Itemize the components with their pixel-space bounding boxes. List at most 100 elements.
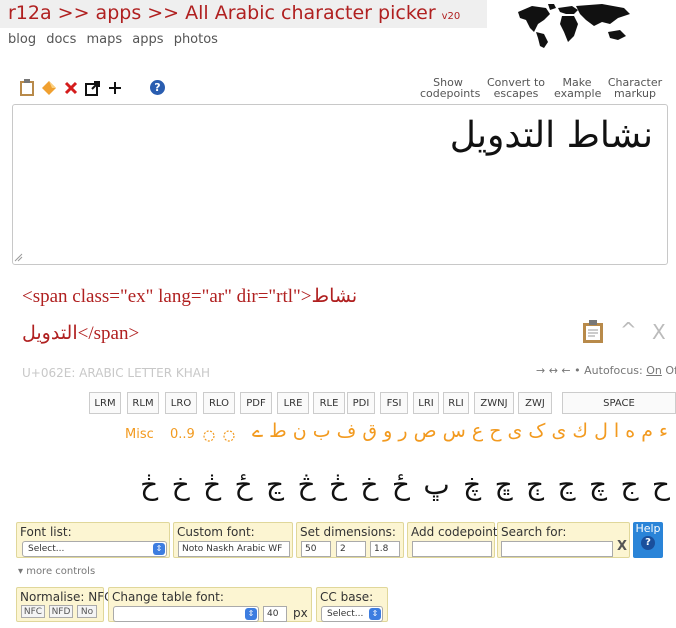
control-space[interactable]: SPACE bbox=[562, 392, 676, 414]
char-cell[interactable]: ڂ bbox=[140, 468, 158, 501]
chevron-down-icon: ⇕ bbox=[153, 543, 165, 555]
make-example-button[interactable]: Make example bbox=[554, 77, 602, 100]
character-markup-button[interactable]: Character markup bbox=[606, 77, 664, 99]
help-icon[interactable]: ? bbox=[150, 80, 165, 95]
char-cell[interactable]: ځ bbox=[392, 468, 410, 501]
output-textarea[interactable]: نشاط التدويل bbox=[12, 104, 668, 265]
custom-font-label: Custom font: bbox=[177, 525, 255, 539]
help-label: Help bbox=[635, 522, 661, 535]
char-cell[interactable]: ڃ bbox=[266, 468, 284, 501]
close-icon[interactable]: X bbox=[652, 320, 666, 344]
control-pdf[interactable]: PDF bbox=[240, 392, 272, 414]
markup-line-2: التدويل</span> bbox=[22, 323, 140, 344]
add-icon[interactable] bbox=[106, 79, 124, 97]
letter-groups-row[interactable]: ء م ه ا ل ك ی ک ى ح ع س ص ر و ق ف ب ن ط … bbox=[238, 420, 668, 442]
control-fsi[interactable]: FSI bbox=[380, 392, 408, 414]
control-lro[interactable]: LRO bbox=[165, 392, 197, 414]
add-codepoint-input[interactable] bbox=[412, 541, 492, 557]
more-controls-toggle[interactable]: ▾ more controls bbox=[18, 566, 95, 577]
copy-markup-icon[interactable] bbox=[582, 320, 604, 344]
char-cell[interactable]: ڄ bbox=[526, 468, 544, 501]
font-list-select[interactable]: Select... ⇕ bbox=[22, 541, 167, 557]
change-table-font-label: Change table font: bbox=[112, 590, 224, 604]
breadcrumb-text[interactable]: r12a >> apps >> All Arabic character pic… bbox=[8, 2, 436, 24]
digits-link[interactable]: 0..9 bbox=[170, 427, 195, 442]
world-map-logo[interactable] bbox=[514, 2, 634, 48]
add-codepoint-label: Add codepoint: bbox=[411, 525, 502, 539]
char-cell[interactable]: چ bbox=[589, 468, 607, 501]
toolbar-icons bbox=[18, 78, 128, 98]
control-rlo[interactable]: RLO bbox=[203, 392, 235, 414]
resize-handle[interactable] bbox=[13, 252, 23, 262]
nav-blog[interactable]: blog bbox=[8, 32, 36, 47]
set-dimensions-panel: Set dimensions: 50 2 1.8 bbox=[296, 522, 404, 558]
help-button[interactable]: Help ? bbox=[633, 522, 663, 558]
control-rle[interactable]: RLE bbox=[313, 392, 345, 414]
nfc-button[interactable]: NFC bbox=[21, 605, 45, 618]
custom-font-input[interactable]: Noto Naskh Arabic WF bbox=[178, 541, 290, 557]
chevron-down-icon: ⇕ bbox=[369, 608, 381, 620]
autofocus-on[interactable]: On bbox=[646, 364, 662, 377]
delete-icon[interactable] bbox=[62, 79, 80, 97]
control-rlm[interactable]: RLM bbox=[127, 392, 159, 414]
control-zwnj[interactable]: ZWNJ bbox=[474, 392, 514, 414]
table-font-select[interactable]: ⇕ bbox=[113, 606, 259, 622]
nav-photos[interactable]: photos bbox=[174, 32, 218, 47]
breadcrumb[interactable]: r12a >> apps >> All Arabic character pic… bbox=[8, 2, 460, 24]
cc-base-panel: CC base: Select... ⇕ bbox=[316, 587, 388, 622]
direction-arrows[interactable]: → ↔ ← bbox=[536, 364, 571, 377]
show-codepoints-button[interactable]: Show codepoints bbox=[420, 77, 480, 99]
cc-base-select[interactable]: Select... ⇕ bbox=[321, 606, 383, 622]
no-normalise-button[interactable]: No bbox=[77, 605, 97, 618]
char-cell[interactable]: خ bbox=[172, 468, 190, 501]
control-lri[interactable]: LRI bbox=[413, 392, 439, 414]
misc-link[interactable]: Misc bbox=[125, 427, 154, 442]
char-cell[interactable]: خ bbox=[360, 468, 378, 501]
control-lrm[interactable]: LRM bbox=[89, 392, 121, 414]
char-cell[interactable]: ڀ bbox=[423, 468, 449, 501]
collapse-up-icon[interactable]: ^ bbox=[620, 318, 637, 342]
autofocus-label: • Autofocus: bbox=[574, 364, 643, 377]
char-cell[interactable]: ج bbox=[620, 468, 638, 501]
control-pdi[interactable]: PDI bbox=[347, 392, 375, 414]
nav-docs[interactable]: docs bbox=[46, 32, 76, 47]
char-cell[interactable]: ح bbox=[652, 468, 670, 501]
convert-escapes-line2: escapes bbox=[493, 87, 539, 100]
char-cell[interactable]: ڂ bbox=[329, 468, 347, 501]
font-list-panel: Font list: Select... ⇕ bbox=[16, 522, 170, 558]
convert-escapes-button[interactable]: Convert to escapes bbox=[485, 77, 547, 99]
control-zwj[interactable]: ZWJ bbox=[518, 392, 552, 414]
control-lre[interactable]: LRE bbox=[277, 392, 309, 414]
autofocus-off[interactable]: Off bbox=[665, 364, 676, 377]
nav-maps[interactable]: maps bbox=[87, 32, 123, 47]
markup-line-1: <span class="ex" lang="ar" dir="rtl">نشا… bbox=[22, 286, 358, 307]
control-rli[interactable]: RLI bbox=[443, 392, 469, 414]
make-example-line2: example bbox=[554, 87, 602, 100]
table-font-size-input[interactable]: 40 bbox=[263, 606, 287, 622]
add-codepoint-panel: Add codepoint: bbox=[407, 522, 502, 558]
eraser-icon[interactable] bbox=[40, 79, 58, 97]
version-label: v20 bbox=[441, 11, 461, 22]
cc-base-label: CC base: bbox=[320, 590, 374, 604]
px-unit-label: px bbox=[293, 606, 308, 620]
char-cell[interactable]: ڿ bbox=[463, 468, 481, 501]
circle-markers-icon[interactable] bbox=[203, 428, 237, 446]
char-cell[interactable]: څ bbox=[297, 468, 315, 501]
char-cell[interactable]: ځ bbox=[235, 468, 253, 501]
search-input[interactable] bbox=[501, 541, 613, 557]
nfd-button[interactable]: NFD bbox=[49, 605, 73, 618]
clear-search-button[interactable]: X bbox=[617, 539, 627, 554]
char-cell[interactable]: ڂ bbox=[203, 468, 221, 501]
clipboard-icon[interactable] bbox=[18, 79, 36, 97]
nav-apps[interactable]: apps bbox=[132, 32, 163, 47]
share-icon[interactable] bbox=[84, 79, 102, 97]
dimension-size-input[interactable]: 50 bbox=[301, 541, 331, 557]
search-panel: Search for: X bbox=[497, 522, 630, 558]
cc-base-value: Select... bbox=[327, 609, 364, 619]
set-dimensions-label: Set dimensions: bbox=[300, 525, 396, 539]
char-cell[interactable]: ڃ bbox=[558, 468, 576, 501]
dimension-padding-input[interactable]: 2 bbox=[336, 541, 366, 557]
dimension-lineheight-input[interactable]: 1.8 bbox=[370, 541, 400, 557]
custom-font-panel: Custom font: Noto Naskh Arabic WF bbox=[173, 522, 293, 558]
char-cell[interactable]: ڇ bbox=[495, 468, 513, 501]
